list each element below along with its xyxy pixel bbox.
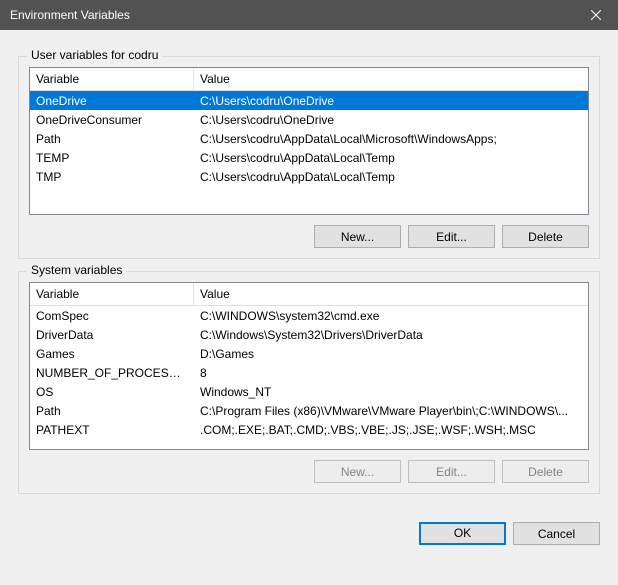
user-col-variable[interactable]: Variable: [30, 68, 194, 90]
cell-value: C:\Users\codru\AppData\Local\Temp: [194, 150, 588, 166]
table-row[interactable]: OS Windows_NT: [30, 382, 588, 401]
table-row[interactable]: PATHEXT .COM;.EXE;.BAT;.CMD;.VBS;.VBE;.J…: [30, 420, 588, 439]
table-row[interactable]: NUMBER_OF_PROCESSORS 8: [30, 363, 588, 382]
system-variables-legend: System variables: [27, 263, 126, 277]
cell-value: 8: [194, 365, 588, 381]
cell-variable: [30, 448, 194, 450]
system-edit-button: Edit...: [408, 460, 495, 483]
user-variables-table[interactable]: Variable Value OneDrive C:\Users\codru\O…: [29, 67, 589, 215]
system-new-button: New...: [314, 460, 401, 483]
user-table-header: Variable Value: [30, 68, 588, 91]
cell-value: D:\Games: [194, 346, 588, 362]
user-edit-button[interactable]: Edit...: [408, 225, 495, 248]
close-button[interactable]: [573, 0, 618, 30]
dialog-button-row: OK Cancel: [0, 512, 618, 545]
table-row[interactable]: ComSpec C:\WINDOWS\system32\cmd.exe: [30, 306, 588, 325]
table-row[interactable]: TMP C:\Users\codru\AppData\Local\Temp: [30, 167, 588, 186]
cell-variable: DriverData: [30, 327, 194, 343]
system-delete-button: Delete: [502, 460, 589, 483]
table-row[interactable]: OneDriveConsumer C:\Users\codru\OneDrive: [30, 110, 588, 129]
cell-variable: ComSpec: [30, 308, 194, 324]
user-new-button[interactable]: New...: [314, 225, 401, 248]
cell-value: .COM;.EXE;.BAT;.CMD;.VBS;.VBE;.JS;.JSE;.…: [194, 422, 588, 438]
system-table-header: Variable Value: [30, 283, 588, 306]
cancel-button[interactable]: Cancel: [513, 522, 600, 545]
cell-variable: Games: [30, 346, 194, 362]
user-variables-legend: User variables for codru: [27, 48, 162, 62]
table-row[interactable]: TEMP C:\Users\codru\AppData\Local\Temp: [30, 148, 588, 167]
cell-value: C:\Users\codru\AppData\Local\Microsoft\W…: [194, 131, 588, 147]
cell-variable: Path: [30, 131, 194, 147]
cell-variable: Path: [30, 403, 194, 419]
table-row[interactable]: Path C:\Users\codru\AppData\Local\Micros…: [30, 129, 588, 148]
user-delete-button[interactable]: Delete: [502, 225, 589, 248]
dialog-content: User variables for codru Variable Value …: [0, 30, 618, 512]
system-table-body[interactable]: ComSpec C:\WINDOWS\system32\cmd.exe Driv…: [30, 306, 588, 449]
user-table-body[interactable]: OneDrive C:\Users\codru\OneDrive OneDriv…: [30, 91, 588, 214]
table-row[interactable]: Path C:\Program Files (x86)\VMware\VMwar…: [30, 401, 588, 420]
system-variables-group: System variables Variable Value ComSpec …: [18, 271, 600, 494]
system-col-value[interactable]: Value: [194, 283, 588, 305]
table-row[interactable]: DriverData C:\Windows\System32\Drivers\D…: [30, 325, 588, 344]
cell-variable: TMP: [30, 169, 194, 185]
cell-variable: OS: [30, 384, 194, 400]
table-row[interactable]: [30, 439, 588, 449]
cell-variable: OneDriveConsumer: [30, 112, 194, 128]
system-variables-table[interactable]: Variable Value ComSpec C:\WINDOWS\system…: [29, 282, 589, 450]
table-row[interactable]: OneDrive C:\Users\codru\OneDrive: [30, 91, 588, 110]
table-row[interactable]: Games D:\Games: [30, 344, 588, 363]
system-col-variable[interactable]: Variable: [30, 283, 194, 305]
cell-value: C:\Users\codru\OneDrive: [194, 93, 588, 109]
ok-button[interactable]: OK: [419, 522, 506, 545]
cell-value: [194, 448, 588, 450]
cell-variable: NUMBER_OF_PROCESSORS: [30, 365, 194, 381]
user-col-value[interactable]: Value: [194, 68, 588, 90]
system-button-row: New... Edit... Delete: [29, 460, 589, 483]
cell-value: C:\Windows\System32\Drivers\DriverData: [194, 327, 588, 343]
cell-variable: OneDrive: [30, 93, 194, 109]
cell-value: C:\Users\codru\AppData\Local\Temp: [194, 169, 588, 185]
cell-value: C:\WINDOWS\system32\cmd.exe: [194, 308, 588, 324]
window-title: Environment Variables: [10, 8, 130, 22]
cell-variable: PATHEXT: [30, 422, 194, 438]
cell-value: Windows_NT: [194, 384, 588, 400]
titlebar: Environment Variables: [0, 0, 618, 30]
close-icon: [591, 10, 601, 20]
cell-variable: TEMP: [30, 150, 194, 166]
cell-value: C:\Program Files (x86)\VMware\VMware Pla…: [194, 403, 588, 419]
user-button-row: New... Edit... Delete: [29, 225, 589, 248]
user-variables-group: User variables for codru Variable Value …: [18, 56, 600, 259]
cell-value: C:\Users\codru\OneDrive: [194, 112, 588, 128]
